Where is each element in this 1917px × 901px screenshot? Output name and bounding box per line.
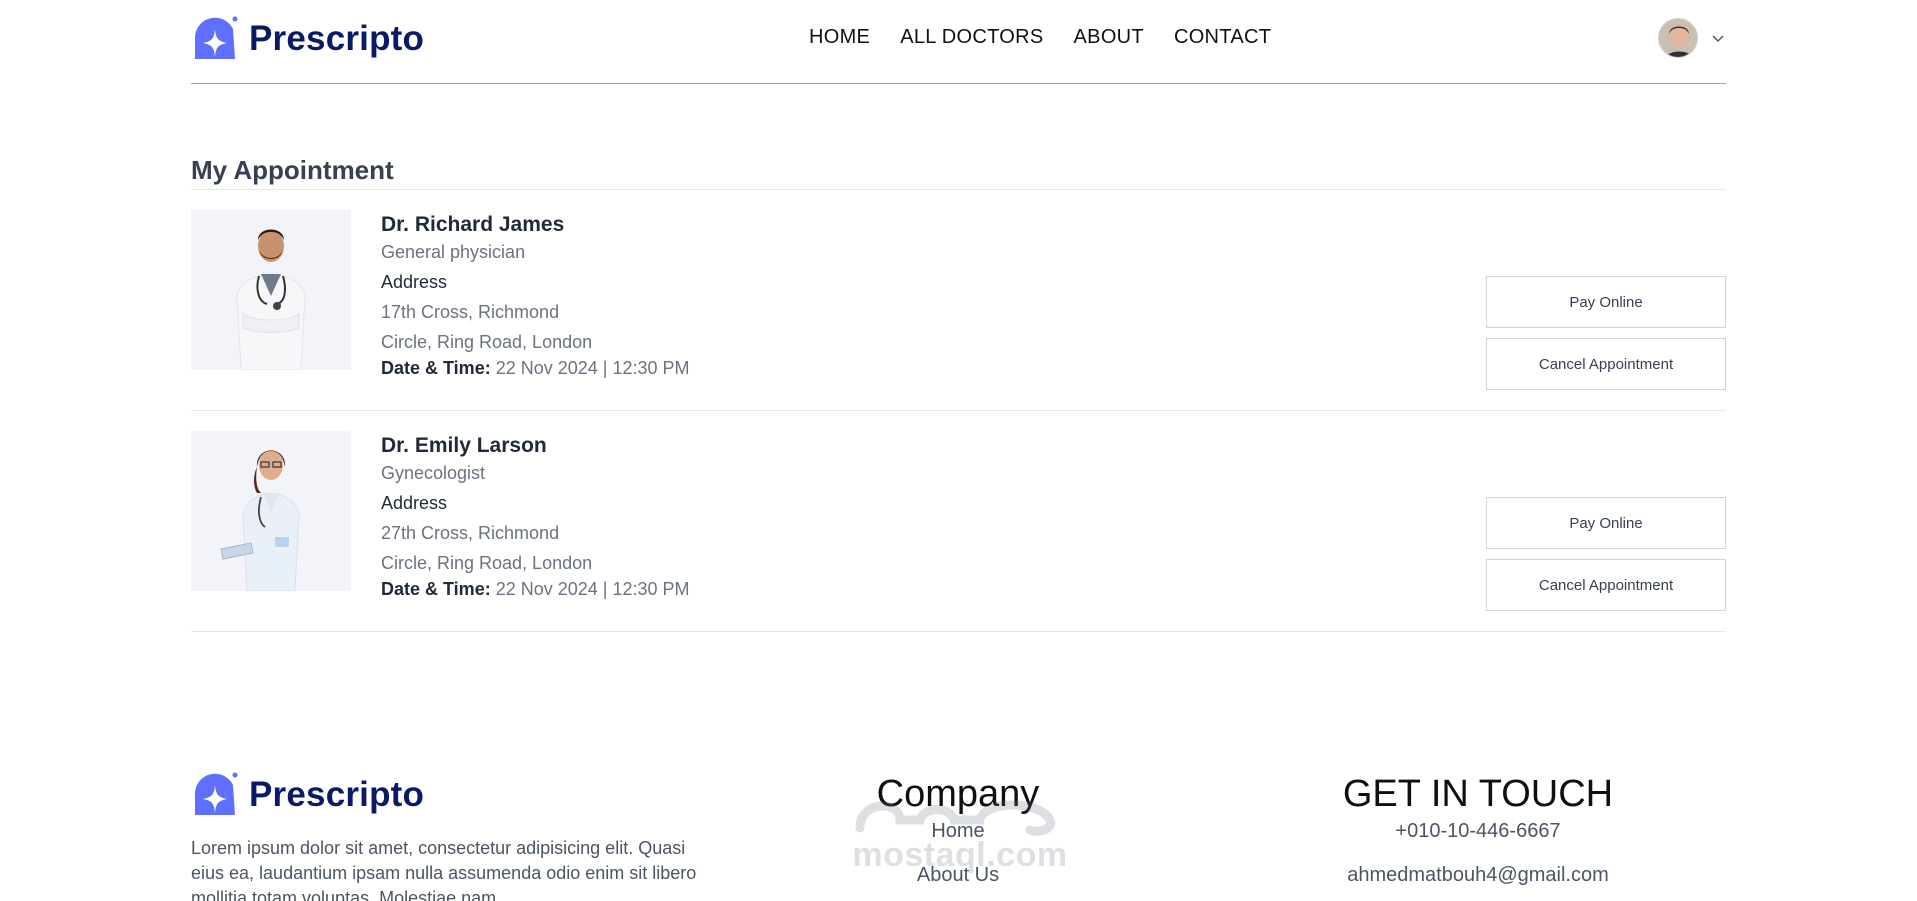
address-label: Address (381, 493, 448, 513)
logo-star-icon (195, 772, 238, 815)
nav-about[interactable]: ABOUT (1074, 26, 1144, 49)
cancel-appointment-button[interactable]: Cancel Appointment (1486, 559, 1726, 611)
address-label: Address (381, 272, 448, 292)
address-line-2: Circle, Ring Road, London (381, 332, 593, 352)
pay-online-button[interactable]: Pay Online (1486, 497, 1726, 549)
footer-brand-logo[interactable]: Prescripto (191, 771, 424, 819)
avatar[interactable] (1658, 18, 1698, 58)
datetime-value: 22 Nov 2024 | 12:30 PM (490, 358, 690, 378)
appointment-datetime: Date & Time: 22 Nov 2024 | 12:30 PM (381, 357, 690, 379)
datetime-value: 22 Nov 2024 | 12:30 PM (490, 579, 690, 599)
cancel-appointment-button[interactable]: Cancel Appointment (1486, 338, 1726, 390)
nav-contact[interactable]: CONTACT (1174, 26, 1271, 49)
chevron-down-icon[interactable] (1710, 30, 1726, 46)
doctor-photo (191, 431, 351, 591)
female-doctor-illustration (191, 431, 351, 591)
brand-name: Prescripto (249, 19, 425, 58)
male-doctor-illustration (191, 210, 351, 370)
logo-star-icon (195, 16, 238, 60)
footer-contact-column: GET IN TOUCH +010-10-446-6667 ahmedmatbo… (1318, 772, 1638, 890)
footer-link-home[interactable]: Home (858, 816, 1058, 846)
datetime-label: Date & Time: (381, 358, 491, 378)
appointment-card: Dr. Emily Larson Gynecologist Address 27… (191, 411, 1726, 632)
contact-heading: GET IN TOUCH (1342, 773, 1614, 815)
footer-brand-name: Prescripto (249, 775, 425, 814)
footer-company-column: Company Home About Us (858, 772, 1058, 890)
contact-email: ahmedmatbouh4@gmail.com (1347, 864, 1609, 886)
doctor-info: Dr. Emily Larson Gynecologist Address 27… (381, 433, 690, 600)
brand-logo[interactable]: Prescripto (191, 15, 424, 63)
main-nav: HOME ALL DOCTORS ABOUT CONTACT (809, 26, 1271, 49)
doctor-name: Dr. Emily Larson (381, 434, 547, 457)
doctor-photo (191, 210, 351, 370)
page: Prescripto HOME ALL DOCTORS ABOUT CONTAC… (0, 0, 1917, 901)
nav-home[interactable]: HOME (809, 26, 870, 49)
avatar-portrait-icon (1659, 19, 1697, 57)
page-title: My Appointment (191, 155, 394, 185)
doctor-info: Dr. Richard James General physician Addr… (381, 212, 690, 379)
navbar: Prescripto HOME ALL DOCTORS ABOUT CONTAC… (191, 0, 1726, 84)
appointment-datetime: Date & Time: 22 Nov 2024 | 12:30 PM (381, 578, 690, 600)
appointment-card: Dr. Richard James General physician Addr… (191, 190, 1726, 411)
doctor-name: Dr. Richard James (381, 213, 565, 236)
company-heading: Company (876, 773, 1040, 815)
footer-link-about-us[interactable]: About Us (858, 860, 1058, 890)
nav-all-doctors[interactable]: ALL DOCTORS (900, 26, 1043, 49)
datetime-label: Date & Time: (381, 579, 491, 599)
doctor-speciality: General physician (381, 242, 526, 262)
doctor-speciality: Gynecologist (381, 463, 486, 483)
footer-description: Lorem ipsum dolor sit amet, consectetur … (191, 838, 697, 901)
contact-phone: +010-10-446-6667 (1395, 820, 1561, 842)
address-line-1: 27th Cross, Richmond (381, 523, 560, 543)
address-line-2: Circle, Ring Road, London (381, 553, 593, 573)
pay-online-button[interactable]: Pay Online (1486, 276, 1726, 328)
profile-menu[interactable] (1658, 18, 1726, 58)
address-line-1: 17th Cross, Richmond (381, 302, 560, 322)
